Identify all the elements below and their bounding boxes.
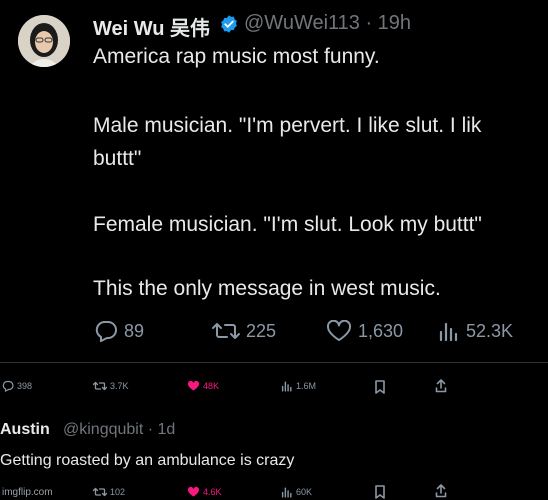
verified-badge-icon xyxy=(221,15,237,33)
avatar-image xyxy=(18,15,70,67)
bookmark-icon[interactable] xyxy=(374,380,386,394)
tweet-line-2: Male musician. "I'm pervert. I like slut… xyxy=(93,114,482,137)
reply-retweet-button[interactable]: 102 xyxy=(93,486,125,498)
views-count: 52.3K xyxy=(466,320,514,341)
watermark: imgflip.com xyxy=(2,487,53,498)
retweet-count: 225 xyxy=(246,320,277,341)
share-icon[interactable] xyxy=(435,379,447,393)
quote-views-count: 1.6M xyxy=(296,381,317,391)
like-button[interactable]: 1,630 xyxy=(326,320,403,342)
tweet-line-4: Female musician. "I'm slut. Look my butt… xyxy=(93,213,482,236)
retweet-button[interactable]: 225 xyxy=(212,320,276,342)
reply-author-handle-time[interactable]: @kingqubit · 1d xyxy=(63,421,175,439)
reply-count: 89 xyxy=(124,320,145,341)
views-bar-chart-icon xyxy=(281,487,292,498)
like-count: 1,630 xyxy=(358,320,404,341)
reply-icon xyxy=(95,321,117,342)
quote-reply-button[interactable]: 398 xyxy=(2,380,32,392)
reply-icon xyxy=(2,380,14,392)
tweet-line-3: buttt" xyxy=(93,147,142,170)
tweet-line-5: This the only message in west music. xyxy=(93,277,441,300)
views-bar-chart-icon xyxy=(281,381,292,392)
reply-retweet-count: 102 xyxy=(110,487,126,497)
tweet-line-1: America rap music most funny. xyxy=(93,45,380,68)
retweet-icon xyxy=(93,487,107,497)
reply-like-count: 4.6K xyxy=(203,487,222,497)
quote-views-button[interactable]: 1.6M xyxy=(281,380,316,392)
retweet-icon xyxy=(93,381,107,391)
reply-button[interactable]: 89 xyxy=(94,320,144,342)
retweet-icon xyxy=(212,323,240,339)
author-handle-time[interactable]: @WuWei113 · 19h xyxy=(244,12,411,35)
quote-retweet-button[interactable]: 3.7K xyxy=(93,380,129,392)
reply-like-button[interactable]: 4.6K xyxy=(187,486,222,498)
quote-reply-count: 398 xyxy=(17,381,33,391)
bookmark-icon[interactable] xyxy=(374,485,386,499)
author-name[interactable]: Wei Wu 吴伟 xyxy=(93,12,210,41)
heart-filled-icon xyxy=(187,486,200,497)
quote-like-count: 48K xyxy=(203,381,220,391)
quote-retweet-count: 3.7K xyxy=(110,381,129,391)
heart-filled-icon xyxy=(187,380,200,391)
reply-views-count: 60K xyxy=(296,487,313,497)
views-button[interactable]: 52.3K xyxy=(438,320,513,342)
author-avatar[interactable] xyxy=(18,15,70,67)
reply-text: Getting roasted by an ambulance is crazy xyxy=(0,452,295,469)
reply-author-name[interactable]: Austin xyxy=(0,421,50,439)
views-bar-chart-icon xyxy=(439,322,458,342)
quote-like-button[interactable]: 48K xyxy=(187,380,219,392)
share-icon[interactable] xyxy=(435,484,447,498)
reply-views-button[interactable]: 60K xyxy=(281,486,312,498)
heart-icon xyxy=(326,320,352,341)
